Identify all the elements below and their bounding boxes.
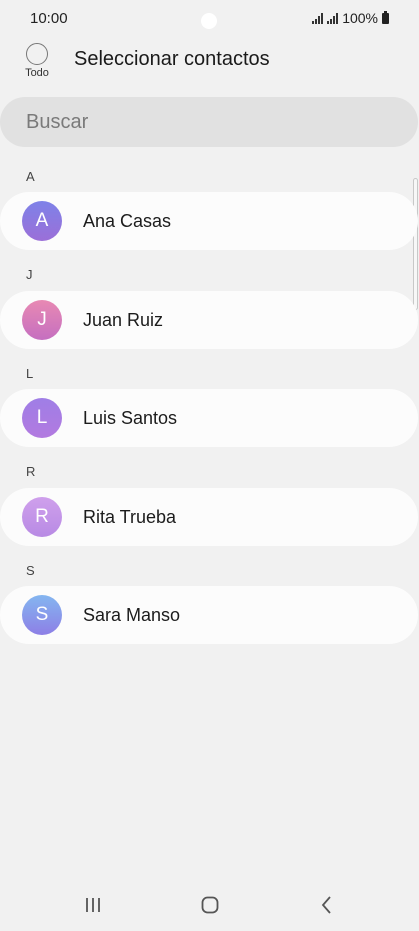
back-button[interactable] (312, 893, 342, 917)
screen: 10:00 100% Todo Seleccionar contactos Bu… (0, 0, 419, 931)
search-input[interactable]: Buscar (0, 97, 418, 147)
section-header-l: L (26, 366, 34, 381)
avatar-initial: S (35, 604, 49, 625)
avatar-initial: J (37, 309, 47, 330)
avatar: A (22, 201, 62, 241)
back-icon (321, 896, 331, 914)
section-header-r: R (26, 464, 36, 479)
contact-name: Juan Ruiz (83, 310, 164, 330)
contact-name: Luis Santos (83, 408, 178, 428)
select-all-circle-icon (26, 43, 48, 65)
battery-percent: 100% (342, 10, 378, 26)
page-title: Seleccionar contactos (74, 48, 270, 70)
search-placeholder: Buscar (26, 110, 89, 133)
contact-item-sara-manso[interactable]: S Sara Manso (0, 586, 418, 644)
front-camera (201, 13, 217, 29)
avatar: J (22, 300, 62, 340)
select-all-label: Todo (25, 67, 49, 79)
contact-item-juan-ruiz[interactable]: J Juan Ruiz (0, 291, 418, 349)
avatar: L (22, 398, 62, 438)
section-header-j: J (26, 267, 33, 282)
status-indicators: 100% (312, 10, 389, 26)
avatar-initial: R (35, 506, 49, 527)
recents-button[interactable] (78, 893, 108, 917)
avatar: R (22, 497, 62, 537)
avatar: S (22, 595, 62, 635)
contact-item-luis-santos[interactable]: L Luis Santos (0, 389, 418, 447)
home-button[interactable] (195, 893, 225, 917)
scroll-indicator[interactable] (413, 178, 418, 310)
section-header-s: S (26, 563, 35, 578)
contact-name: Ana Casas (83, 211, 172, 231)
avatar-initial: A (35, 210, 49, 231)
select-all-checkbox[interactable]: Todo (24, 43, 50, 79)
contact-name: Sara Manso (83, 605, 181, 625)
battery-icon (382, 10, 389, 24)
signal-icon-2 (327, 12, 339, 24)
signal-icon (312, 12, 324, 24)
recents-icon (86, 898, 100, 912)
avatar-initial: L (36, 407, 48, 428)
status-bar: 10:00 100% (0, 0, 419, 36)
contact-item-rita-trueba[interactable]: R Rita Trueba (0, 488, 418, 546)
home-icon (201, 896, 219, 914)
contact-name: Rita Trueba (83, 507, 177, 527)
navigation-bar (0, 878, 419, 931)
section-header-a: A (26, 169, 35, 184)
status-time: 10:00 (30, 10, 68, 27)
contact-item-ana-casas[interactable]: A Ana Casas (0, 192, 418, 250)
